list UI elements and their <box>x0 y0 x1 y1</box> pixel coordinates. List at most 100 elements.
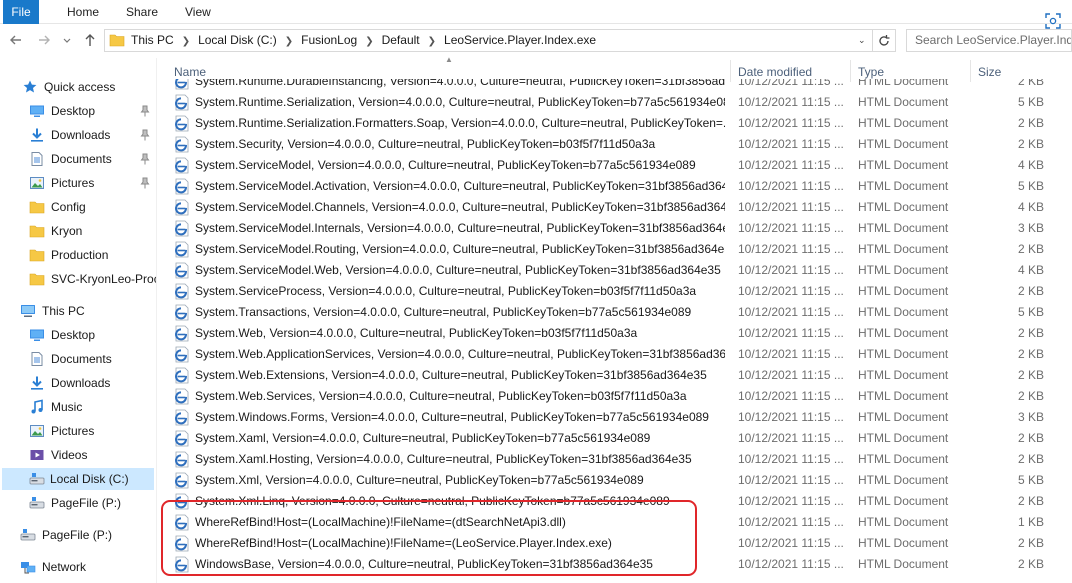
sidebar-item-downloads[interactable]: Downloads <box>29 372 156 394</box>
file-size: 2 KB <box>1017 284 1044 298</box>
address-bar[interactable]: This PC ❯ Local Disk (C:) ❯ FusionLog ❯ Defaul… <box>104 29 873 52</box>
desktop-icon <box>29 103 45 119</box>
file-row[interactable]: System.ServiceModel.Routing, Version=4.0… <box>157 239 1072 260</box>
breadcrumb-separator-icon[interactable]: ❯ <box>428 36 436 47</box>
up-button[interactable] <box>82 32 98 48</box>
sidebar-item-kryon[interactable]: Kryon <box>29 220 156 242</box>
sidebar-item-production[interactable]: Production <box>29 244 156 266</box>
file-row[interactable]: System.ServiceModel, Version=4.0.0.0, Cu… <box>157 155 1072 176</box>
address-dropdown-icon[interactable]: ⌄ <box>858 35 868 45</box>
sidebar-item-label: PageFile (P:) <box>42 528 113 542</box>
file-row[interactable]: System.Transactions, Version=4.0.0.0, Cu… <box>157 302 1072 323</box>
file-row[interactable]: System.Security, Version=4.0.0.0, Cultur… <box>157 134 1072 155</box>
file-type: HTML Document <box>858 284 949 298</box>
breadcrumb-this-pc[interactable]: This PC <box>131 33 174 47</box>
sidebar-item-label: Music <box>51 400 83 414</box>
sidebar-item-desktop[interactable]: Desktop <box>29 100 156 122</box>
html-document-icon <box>175 514 189 531</box>
tab-share[interactable]: Share <box>126 0 158 24</box>
chevron-down-icon <box>63 38 71 43</box>
file-size: 3 KB <box>1017 410 1044 424</box>
back-button[interactable] <box>8 32 24 48</box>
sidebar-item-documents[interactable]: Documents <box>29 148 156 170</box>
file-row[interactable]: WhereRefBind!Host=(LocalMachine)!FileNam… <box>157 533 1072 554</box>
file-name: System.Web, Version=4.0.0.0, Culture=neu… <box>195 326 638 340</box>
file-date-modified: 10/12/2021 11:15 ... <box>738 116 844 130</box>
refresh-button[interactable] <box>873 29 896 52</box>
pin-icon[interactable] <box>140 177 150 189</box>
breadcrumb-default[interactable]: Default <box>382 33 420 47</box>
file-size: 5 KB <box>1017 473 1044 487</box>
file-type: HTML Document <box>858 137 949 151</box>
sidebar-item-pictures[interactable]: Pictures <box>29 420 156 442</box>
sidebar-item-quick-access[interactable]: Quick access <box>22 76 156 98</box>
file-size: 2 KB <box>1017 389 1044 403</box>
breadcrumb-separator-icon[interactable]: ❯ <box>182 36 190 47</box>
file-date-modified: 10/12/2021 11:15 ... <box>738 410 844 424</box>
folder-icon <box>29 271 45 287</box>
file-type: HTML Document <box>858 79 949 88</box>
forward-button[interactable] <box>36 32 52 48</box>
file-date-modified: 10/12/2021 11:15 ... <box>738 557 844 571</box>
search-input[interactable]: Search LeoService.Player.Inde... <box>906 29 1072 52</box>
up-arrow-icon <box>85 34 95 46</box>
file-row[interactable]: System.Xaml.Hosting, Version=4.0.0.0, Cu… <box>157 449 1072 470</box>
file-row[interactable]: System.Web.Services, Version=4.0.0.0, Cu… <box>157 386 1072 407</box>
sidebar-item-music[interactable]: Music <box>29 396 156 418</box>
file-row[interactable]: System.Web, Version=4.0.0.0, Culture=neu… <box>157 323 1072 344</box>
tab-home[interactable]: Home <box>67 0 99 24</box>
tab-view[interactable]: View <box>185 0 211 24</box>
html-document-icon <box>175 535 189 552</box>
file-row[interactable]: System.ServiceModel.Channels, Version=4.… <box>157 197 1072 218</box>
pin-icon[interactable] <box>140 105 150 117</box>
sidebar-item-pictures[interactable]: Pictures <box>29 172 156 194</box>
breadcrumb-separator-icon[interactable]: ❯ <box>285 36 293 47</box>
file-row[interactable]: System.ServiceModel.Internals, Version=4… <box>157 218 1072 239</box>
file-size: 2 KB <box>1017 557 1044 571</box>
sidebar-item-pagefile-p[interactable]: PageFile (P:) <box>29 492 156 514</box>
sidebar-item-pagefile-p[interactable]: PageFile (P:) <box>20 524 156 546</box>
file-row[interactable]: System.ServiceModel.Web, Version=4.0.0.0… <box>157 260 1072 281</box>
file-row[interactable]: WindowsBase, Version=4.0.0.0, Culture=ne… <box>157 554 1072 575</box>
recent-locations-button[interactable] <box>62 32 72 48</box>
sidebar-item-desktop[interactable]: Desktop <box>29 324 156 346</box>
sidebar-item-label: Config <box>51 200 86 214</box>
videos-icon <box>29 447 45 463</box>
file-type: HTML Document <box>858 179 949 193</box>
file-row[interactable]: System.Xml, Version=4.0.0.0, Culture=neu… <box>157 470 1072 491</box>
file-size: 5 KB <box>1017 305 1044 319</box>
sidebar-item-label: Local Disk (C:) <box>50 472 129 486</box>
breadcrumb-fusionlog[interactable]: FusionLog <box>301 33 357 47</box>
file-type: HTML Document <box>858 116 949 130</box>
file-row[interactable]: System.Runtime.Serialization.Formatters.… <box>157 113 1072 134</box>
file-row[interactable]: System.Xml.Linq, Version=4.0.0.0, Cultur… <box>157 491 1072 512</box>
file-row[interactable]: System.Runtime.Serialization, Version=4.… <box>157 92 1072 113</box>
file-row[interactable]: WhereRefBind!Host=(LocalMachine)!FileNam… <box>157 512 1072 533</box>
sidebar-item-label: Pictures <box>51 424 95 438</box>
pin-icon[interactable] <box>140 129 150 141</box>
file-date-modified: 10/12/2021 11:15 ... <box>738 368 844 382</box>
file-row[interactable]: System.Web.ApplicationServices, Version=… <box>157 344 1072 365</box>
file-row[interactable]: System.ServiceProcess, Version=4.0.0.0, … <box>157 281 1072 302</box>
file-name: System.ServiceModel.Channels, Version=4.… <box>195 200 725 214</box>
sidebar-item-this-pc[interactable]: This PC <box>20 300 156 322</box>
tab-file[interactable]: File <box>3 0 39 24</box>
sidebar-item-network[interactable]: Network <box>20 556 156 578</box>
file-size: 4 KB <box>1017 158 1044 172</box>
breadcrumb-separator-icon[interactable]: ❯ <box>365 36 373 47</box>
file-row[interactable]: System.Xaml, Version=4.0.0.0, Culture=ne… <box>157 428 1072 449</box>
file-row[interactable]: System.Web.Extensions, Version=4.0.0.0, … <box>157 365 1072 386</box>
breadcrumb-local-disk[interactable]: Local Disk (C:) <box>198 33 277 47</box>
sidebar-item-videos[interactable]: Videos <box>29 444 156 466</box>
sidebar-item-svc-kryonleo-proc[interactable]: SVC-KryonLeo-Proc <box>29 268 156 290</box>
file-name: System.Xaml, Version=4.0.0.0, Culture=ne… <box>195 431 651 445</box>
sidebar-item-documents[interactable]: Documents <box>29 348 156 370</box>
file-row[interactable]: System.Runtime.DurableInstancing, Versio… <box>157 79 1072 92</box>
pin-icon[interactable] <box>140 153 150 165</box>
sidebar-item-downloads[interactable]: Downloads <box>29 124 156 146</box>
sidebar-item-local-disk-c[interactable]: Local Disk (C:) <box>2 468 154 490</box>
breadcrumb-current-folder[interactable]: LeoService.Player.Index.exe <box>444 33 596 47</box>
file-row[interactable]: System.Windows.Forms, Version=4.0.0.0, C… <box>157 407 1072 428</box>
sidebar-item-config[interactable]: Config <box>29 196 156 218</box>
file-row[interactable]: System.ServiceModel.Activation, Version=… <box>157 176 1072 197</box>
